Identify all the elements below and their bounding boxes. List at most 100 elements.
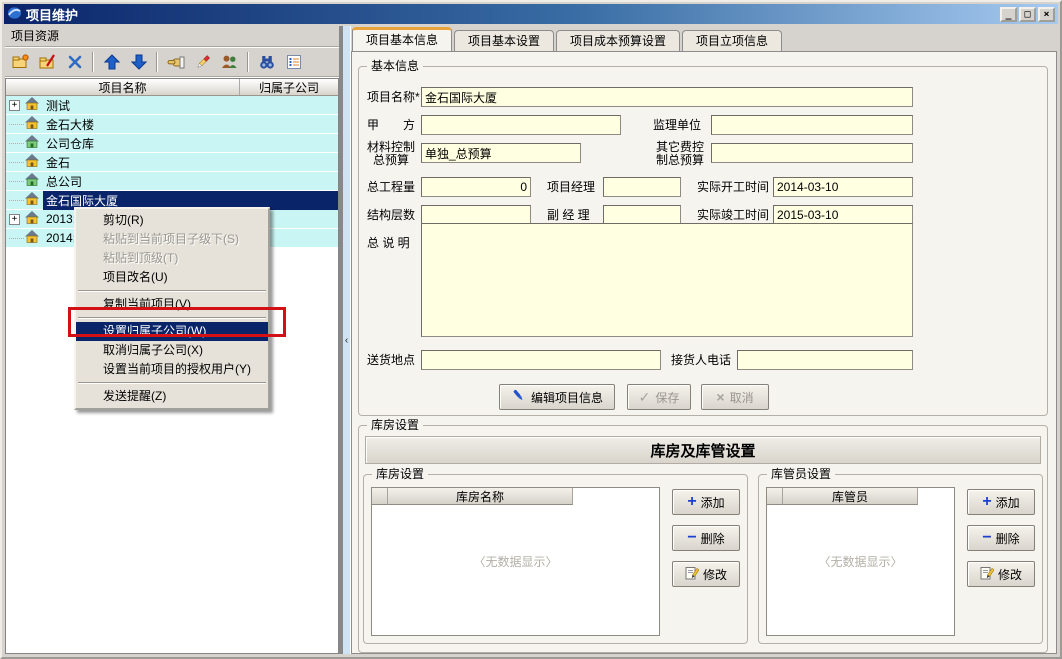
tab-panel: 基本信息 项目名称* 甲 方 监理单位 材料控制总预算 其它费控制总预算 总工程…: [351, 51, 1057, 654]
edit-project-info-button[interactable]: 编辑项目信息: [499, 384, 615, 410]
collapse-left-icon[interactable]: ‹: [345, 335, 348, 346]
project-manager-input[interactable]: [603, 177, 681, 197]
warehouse-settings-group: 库房设置 库房及库管设置 库房设置 库房名称: [358, 425, 1048, 653]
house-icon: [25, 116, 39, 132]
project-detail-panel: 项目基本信息 项目基本设置 项目成本预算设置 项目立项信息 基本信息 项目名称*…: [351, 26, 1057, 654]
tab-bar: 项目基本信息 项目基本设置 项目成本预算设置 项目立项信息: [351, 26, 1057, 51]
other-fee-budget-input[interactable]: [711, 143, 913, 163]
menu-separator: [78, 317, 266, 319]
menu-item-copy-current-project[interactable]: 复制当前项目(V): [76, 295, 268, 314]
menu-item-set-subsidiary[interactable]: 设置归属子公司(W): [76, 322, 268, 341]
supervisor-input[interactable]: [711, 115, 913, 135]
party-a-input[interactable]: [421, 115, 621, 135]
receiver-phone-input[interactable]: [737, 350, 913, 370]
move-down-icon[interactable]: [126, 50, 151, 74]
deputy-manager-input[interactable]: [603, 205, 681, 225]
report-icon[interactable]: [281, 50, 306, 74]
tree-row[interactable]: 公司仓库: [6, 134, 338, 153]
maximize-button[interactable]: □: [1019, 7, 1036, 22]
total-quantity-label: 总工程量: [367, 177, 415, 197]
tree-item-label: 公司仓库: [43, 134, 97, 153]
add-storeroom-button[interactable]: +添加: [672, 489, 740, 515]
modify-storekeeper-button[interactable]: 修改: [967, 561, 1035, 587]
panel-splitter[interactable]: ‹: [339, 26, 351, 654]
column-header-project-name[interactable]: 项目名称: [6, 79, 240, 95]
house-icon: [25, 97, 39, 113]
storekeeper-column-header[interactable]: 库管员: [783, 488, 918, 505]
notepad-pencil-icon: [685, 566, 699, 583]
deputy-manager-label: 副 经 理: [547, 205, 590, 225]
menu-item-cut[interactable]: 剪切(R): [76, 211, 268, 230]
new-project-folder-icon[interactable]: [8, 50, 33, 74]
supervisor-label: 监理单位: [653, 115, 701, 135]
tree-row[interactable]: 总公司: [6, 172, 338, 191]
row-selector-cell: [372, 488, 388, 505]
toolbar-separator: [247, 52, 249, 72]
tab-project-approval-info[interactable]: 项目立项信息: [682, 30, 782, 51]
minimize-button[interactable]: _: [1000, 7, 1017, 22]
storeroom-list[interactable]: 库房名称 〈无数据显示〉: [371, 487, 660, 636]
expand-plus-icon[interactable]: +: [9, 214, 20, 225]
menu-item-rename-project[interactable]: 项目改名(U): [76, 268, 268, 287]
pen-icon: [511, 388, 526, 406]
delivery-address-input[interactable]: [421, 350, 661, 370]
warehouse-banner: 库房及库管设置: [365, 436, 1041, 464]
row-selector-cell: [767, 488, 783, 505]
delete-storekeeper-button[interactable]: −删除: [967, 525, 1035, 551]
expand-plus-icon[interactable]: +: [9, 100, 20, 111]
close-button[interactable]: ×: [1038, 7, 1055, 22]
material-budget-label: 材料控制总预算: [363, 141, 419, 167]
actual-start-date-input[interactable]: [773, 177, 913, 197]
general-note-textarea[interactable]: [421, 223, 913, 337]
tree-header: 项目名称 归属子公司: [6, 79, 338, 96]
tree-row[interactable]: + 测试: [6, 96, 338, 115]
tree-row[interactable]: 金石大楼: [6, 115, 338, 134]
minus-icon: −: [687, 531, 696, 545]
cancel-button[interactable]: × 取消: [701, 384, 769, 410]
search-icon[interactable]: [254, 50, 279, 74]
delete-icon[interactable]: [62, 50, 87, 74]
tab-project-basic-settings[interactable]: 项目基本设置: [454, 30, 554, 51]
plus-icon: +: [982, 495, 991, 509]
material-budget-input[interactable]: [421, 143, 581, 163]
column-header-subsidiary[interactable]: 归属子公司: [240, 79, 338, 95]
tree-toolbar: [5, 47, 339, 77]
tab-project-basic-info[interactable]: 项目基本信息: [352, 27, 452, 51]
storeroom-settings-group: 库房设置 库房名称 〈无数据显示〉 +: [363, 474, 748, 644]
tree-item-label: 测试: [43, 96, 73, 115]
actual-finish-date-input[interactable]: [773, 205, 913, 225]
left-panel-caption: 项目资源: [5, 26, 339, 47]
house-icon: [25, 154, 39, 170]
project-manager-label: 项目经理: [547, 177, 595, 197]
modify-storeroom-button[interactable]: 修改: [672, 561, 740, 587]
general-note-label: 总 说 明: [367, 233, 410, 253]
storekeeper-list[interactable]: 库管员 〈无数据显示〉: [766, 487, 955, 636]
tree-item-label: 总公司: [43, 172, 85, 191]
move-up-icon[interactable]: [99, 50, 124, 74]
tab-project-cost-budget-settings[interactable]: 项目成本预算设置: [556, 30, 680, 51]
basic-info-group: 基本信息 项目名称* 甲 方 监理单位 材料控制总预算 其它费控制总预算 总工程…: [358, 66, 1048, 416]
menu-item-set-authorized-users[interactable]: 设置当前项目的授权用户(Y): [76, 360, 268, 379]
hand-point-icon[interactable]: [163, 50, 188, 74]
project-name-input[interactable]: [421, 87, 913, 107]
add-storekeeper-button[interactable]: +添加: [967, 489, 1035, 515]
group-title: 基本信息: [367, 59, 423, 73]
tree-row[interactable]: 金石: [6, 153, 338, 172]
app-icon: [7, 6, 22, 23]
total-quantity-input[interactable]: [421, 177, 531, 197]
check-icon: ✓: [639, 389, 651, 406]
menu-item-send-reminder[interactable]: 发送提醒(Z): [76, 387, 268, 406]
structure-floors-input[interactable]: [421, 205, 531, 225]
edit-folder-icon[interactable]: [35, 50, 60, 74]
users-icon[interactable]: [217, 50, 242, 74]
menu-item-cancel-subsidiary[interactable]: 取消归属子公司(X): [76, 341, 268, 360]
toolbar-separator: [156, 52, 158, 72]
actual-finish-date-label: 实际竣工时间: [697, 205, 769, 225]
save-button[interactable]: ✓ 保存: [627, 384, 691, 410]
storeroom-name-column-header[interactable]: 库房名称: [388, 488, 573, 505]
other-fee-budget-label: 其它费控制总预算: [651, 141, 709, 167]
house-icon: [25, 230, 39, 246]
pencil-icon[interactable]: [190, 50, 215, 74]
delivery-address-label: 送货地点: [367, 350, 415, 370]
delete-storeroom-button[interactable]: −删除: [672, 525, 740, 551]
